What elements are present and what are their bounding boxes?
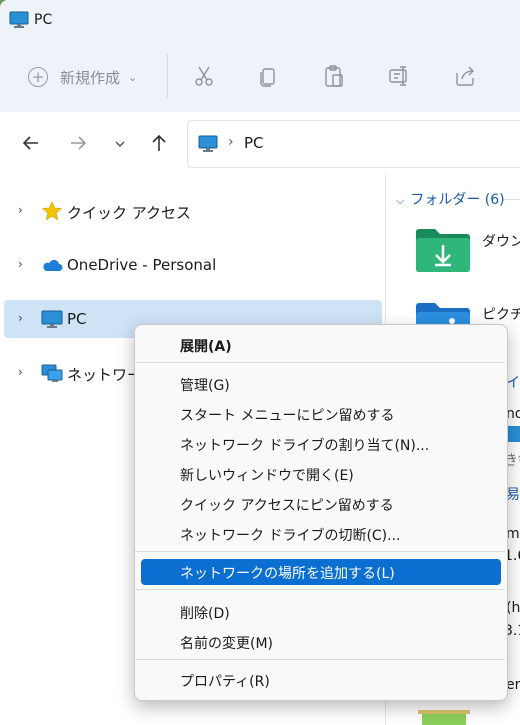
content-fragment: イブ: [506, 375, 520, 391]
menu-item-rename[interactable]: 名前の変更(M): [141, 629, 501, 655]
cloud-icon: [41, 255, 63, 275]
menu-separator: [135, 659, 505, 660]
folder-name-downloads[interactable]: ダウン: [482, 231, 520, 251]
menu-item-manage[interactable]: 管理(G): [141, 371, 501, 397]
pc-icon: [198, 135, 218, 157]
up-arrow-icon[interactable]: [150, 134, 168, 156]
window-title: PC: [34, 12, 53, 28]
nav-item-quick-access[interactable]: › クイック アクセス: [4, 192, 382, 230]
menu-item-label: プロパティ(R): [180, 674, 270, 690]
nav-item-label: クイック アクセス: [67, 204, 192, 222]
command-bar: + 新規作成 ⌄: [0, 42, 520, 113]
expand-chevron-icon[interactable]: ›: [18, 311, 23, 325]
menu-item-label: 名前の変更(M): [180, 636, 274, 652]
breadcrumb-separator-icon: ›: [228, 134, 234, 150]
address-location[interactable]: PC: [244, 134, 264, 152]
folders-group-header[interactable]: ⌵ フォルダー (6): [396, 189, 505, 209]
menu-item-label: 新しいウィンドウで開く(E): [180, 468, 354, 484]
menu-item-disconnect-network-drive[interactable]: ネットワーク ドライブの切断(C)...: [141, 521, 501, 547]
menu-item-map-network-drive[interactable]: ネットワーク ドライブの割り当て(N)...: [141, 431, 501, 457]
nav-item-onedrive[interactable]: › OneDrive - Personal: [4, 246, 382, 284]
new-button[interactable]: + 新規作成 ⌄: [28, 62, 137, 92]
chevron-down-icon: ⌄: [128, 70, 138, 84]
menu-item-delete[interactable]: 削除(D): [141, 599, 501, 625]
content-fragment: (h: [506, 600, 520, 616]
menu-item-pin-to-start[interactable]: スタート メニューにピン留めする: [141, 401, 501, 427]
rename-icon[interactable]: [388, 64, 412, 88]
menu-item-open-new-window[interactable]: 新しいウィンドウで開く(E): [141, 461, 501, 487]
group-divider: [504, 199, 520, 200]
title-bar: PC: [0, 0, 520, 42]
content-fragment: nd: [506, 406, 520, 422]
menu-item-label: 管理(G): [180, 378, 230, 394]
new-button-label: 新規作成: [60, 68, 121, 87]
network-icon: [41, 363, 63, 383]
back-arrow-icon[interactable]: [22, 134, 40, 156]
menu-separator: [135, 362, 505, 363]
file-explorer-window: PC + 新規作成 ⌄ › PC › クイック アクセス › OneDrive …: [0, 0, 520, 725]
pc-icon: [9, 11, 29, 33]
share-icon[interactable]: [453, 64, 477, 88]
forward-arrow-icon[interactable]: [69, 134, 87, 156]
downloads-folder-icon[interactable]: [414, 226, 472, 278]
device-icon: [416, 710, 472, 725]
menu-item-label: ネットワーク ドライブの切断(C)...: [180, 528, 401, 544]
content-fragment: m: [506, 526, 520, 542]
nav-item-label: OneDrive - Personal: [67, 256, 217, 274]
menu-item-label: ネットワーク ドライブの割り当て(N)...: [180, 438, 430, 454]
recent-locations-chevron-icon[interactable]: [114, 136, 126, 154]
context-menu: 展開(A) 管理(G) スタート メニューにピン留めする ネットワーク ドライブ…: [134, 324, 508, 701]
content-fragment: 易: [506, 487, 520, 503]
menu-item-label: 展開(A): [180, 339, 232, 355]
menu-item-add-network-location[interactable]: ネットワークの場所を追加する(L): [141, 559, 501, 585]
star-icon: [41, 200, 63, 221]
menu-separator: [135, 551, 505, 552]
group-header-label: フォルダー (6): [410, 192, 505, 208]
copy-icon[interactable]: [256, 64, 280, 88]
plus-icon: +: [28, 67, 48, 87]
content-fragment: er: [506, 677, 520, 693]
address-bar[interactable]: › PC: [187, 120, 520, 168]
expand-chevron-icon[interactable]: ›: [18, 365, 23, 379]
menu-item-label: 削除(D): [180, 606, 230, 622]
folder-name-pictures[interactable]: ピクチ: [482, 304, 520, 324]
menu-item-pin-quick-access[interactable]: クイック アクセスにピン留めする: [141, 491, 501, 517]
navigation-bar: › PC: [0, 112, 520, 174]
menu-separator: [135, 589, 505, 590]
menu-item-label: ネットワークの場所を追加する(L): [180, 566, 395, 582]
expand-chevron-icon[interactable]: ›: [18, 203, 23, 217]
expand-chevron-icon[interactable]: ›: [18, 257, 23, 271]
cut-icon[interactable]: [192, 64, 216, 88]
nav-item-label: PC: [67, 310, 87, 328]
menu-item-properties[interactable]: プロパティ(R): [141, 667, 501, 693]
menu-item-expand[interactable]: 展開(A): [141, 332, 501, 358]
menu-item-label: スタート メニューにピン留めする: [180, 408, 395, 424]
menu-item-label: クイック アクセスにピン留めする: [180, 498, 394, 514]
toolbar-divider: [167, 54, 168, 98]
chevron-down-icon: ⌵: [396, 194, 405, 207]
pc-icon: [41, 309, 63, 329]
paste-icon[interactable]: [322, 64, 346, 88]
